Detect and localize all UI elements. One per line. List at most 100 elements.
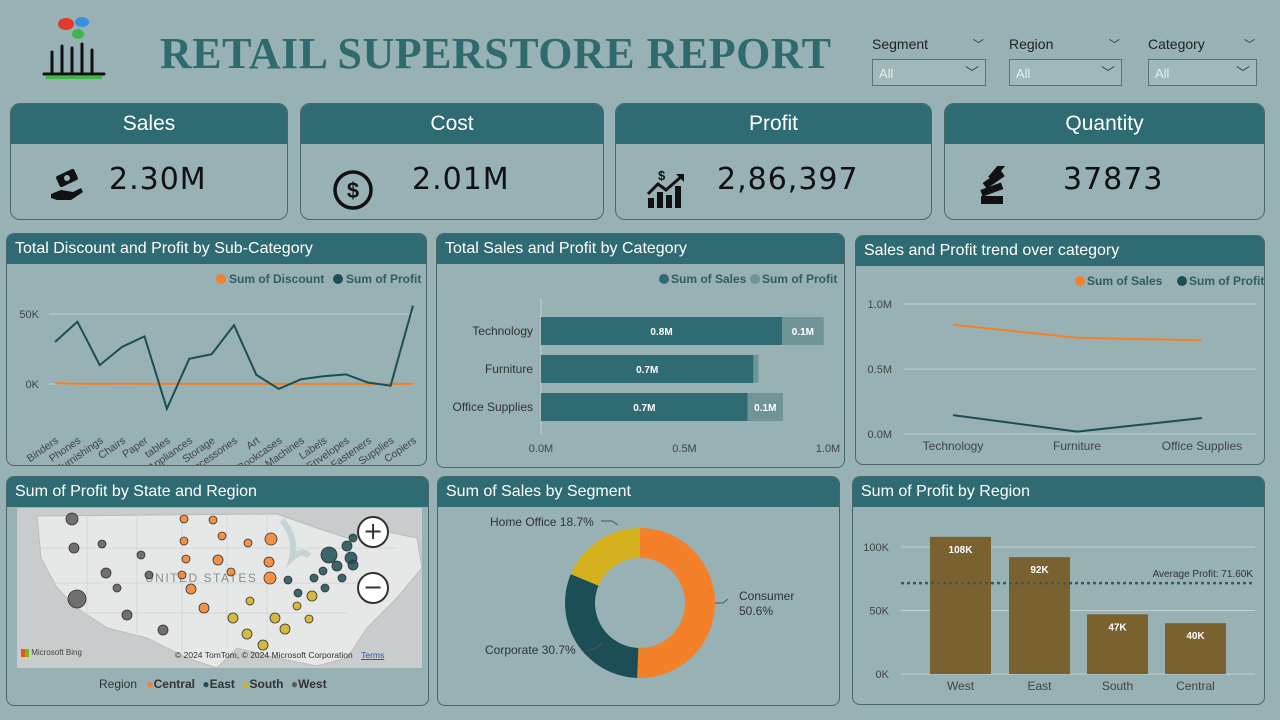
y-tick-label: 100K <box>863 542 889 554</box>
map-bubble <box>269 612 281 624</box>
page-title: RETAIL SUPERSTORE REPORT <box>160 29 832 78</box>
kpi-value: 2.30M <box>109 162 207 197</box>
map-bubble <box>293 588 303 598</box>
map-bubble <box>292 601 302 611</box>
chevron-down-icon: ﹀ <box>965 65 979 81</box>
slice-label: Home Office 18.7% <box>490 515 594 529</box>
map-bubble <box>331 560 343 572</box>
legend-label: Sum of Profit <box>1189 274 1264 288</box>
leader-line <box>715 598 729 604</box>
panel-trend: Sales and Profit trend over category Sum… <box>855 235 1265 465</box>
data-label: 92K <box>1030 565 1049 576</box>
panel-segment: Sum of Sales by Segment Consumer 50.6% Cor… <box>437 476 840 706</box>
zoom-out-button[interactable]: − <box>357 572 389 604</box>
slicer-label: Category <box>1148 36 1205 52</box>
panel-map: Sum of Profit by State and Region UNITED… <box>6 476 429 706</box>
map-bubble <box>263 556 275 568</box>
map-bubble <box>226 567 236 577</box>
slicer-segment[interactable]: Segment ﹀ All ﹀ <box>872 34 986 86</box>
panel-sales-profit-category: Total Sales and Profit by Category Sum o… <box>436 233 845 468</box>
x-tick-label: Furniture <box>1053 439 1101 453</box>
kpi-value: 37873 <box>1063 162 1164 197</box>
kpi-label: Profit <box>616 104 931 144</box>
map-bubble <box>341 540 353 552</box>
chevron-down-icon[interactable]: ﹀ <box>1244 36 1255 52</box>
map-canvas[interactable]: UNITED STATES + − Microsoft Bing © 2024 … <box>17 508 422 668</box>
legend-marker <box>333 274 343 284</box>
x-tick-label: Office Supplies <box>1162 439 1243 453</box>
bing-logo: Microsoft Bing <box>21 648 82 657</box>
slicer-value: All <box>1155 66 1170 81</box>
map-bubble <box>198 602 210 614</box>
chevron-down-icon[interactable]: ﹀ <box>1109 36 1120 52</box>
y-tick-label: 0K <box>26 379 40 391</box>
panel-title: Total Sales and Profit by Category <box>437 234 844 264</box>
x-tick-label: 0.0M <box>529 443 553 455</box>
slicer-region[interactable]: Region ﹀ All ﹀ <box>1009 34 1122 86</box>
panel-title: Sum of Sales by Segment <box>438 477 839 507</box>
legend-label: Sum of Sales <box>1087 274 1163 288</box>
map-bubble <box>263 571 277 585</box>
svg-text:$: $ <box>658 168 666 183</box>
legend-marker <box>1075 276 1085 286</box>
map-bubble <box>264 532 278 546</box>
map-bubble <box>112 583 122 593</box>
bing-icon <box>21 648 29 657</box>
bar <box>930 536 991 674</box>
kpi-quantity: Quantity 37873 <box>944 103 1265 220</box>
discount-profit-line-chart: Sum of Discount Sum of Profit50K0KBinders… <box>19 272 421 465</box>
map-country-label: UNITED STATES <box>145 571 257 585</box>
logo <box>38 16 110 80</box>
legend-item: ●West <box>290 677 327 691</box>
map-bubble <box>121 609 133 621</box>
map-bubble <box>245 596 255 606</box>
donut-slice-home-office <box>570 528 640 586</box>
map-bubble <box>100 567 112 579</box>
donut-slice-corporate <box>565 574 639 678</box>
legend-label: Sum of Sales <box>671 272 747 286</box>
slicer-label: Segment <box>872 36 929 52</box>
series-line-profit <box>952 414 1203 433</box>
slice-label: 50.6% <box>739 604 773 618</box>
map-bubble <box>181 554 191 564</box>
kpi-label: Sales <box>11 104 287 144</box>
slicer-category[interactable]: Category ﹀ All ﹀ <box>1148 34 1257 86</box>
panel-title: Sum of Profit by Region <box>853 477 1264 507</box>
panel-region: Sum of Profit by Region 100K 50K 0K 108K Wes… <box>852 476 1265 705</box>
map-bubble <box>212 554 224 566</box>
legend-marker <box>659 274 669 284</box>
terms-link[interactable]: Terms <box>361 650 384 660</box>
zoom-in-button[interactable]: + <box>357 516 389 548</box>
slicer-dropdown[interactable]: All ﹀ <box>872 59 986 86</box>
category-bar-chart: Sum of Sales Sum of Profit Technology 0.8M 0… <box>453 272 841 455</box>
map-bubble <box>320 546 338 564</box>
y-tick-label: 50K <box>19 309 39 321</box>
series-line-sales <box>952 323 1203 342</box>
slicer-value: All <box>879 66 894 81</box>
data-label: 0.7M <box>636 365 658 376</box>
average-label: Average Profit: 71.60K <box>1153 569 1254 580</box>
slice-label: Corporate 30.7% <box>485 643 576 657</box>
y-tick-label: 0.5M <box>868 364 892 376</box>
map-bubble <box>257 639 269 651</box>
kpi-profit: Profit $ 2,86,397 <box>615 103 932 220</box>
map-legend: Region ●Central ●East ●South ●West <box>99 677 327 691</box>
chevron-down-icon: ﹀ <box>1101 65 1115 81</box>
map-bubble <box>337 573 347 583</box>
y-tick-label: 1.0M <box>868 299 892 311</box>
y-tick-label: Furniture <box>485 362 533 376</box>
legend-item: ●Central <box>146 677 195 691</box>
data-label: 40K <box>1186 631 1205 642</box>
y-tick-label: 50K <box>869 606 889 618</box>
kpi-sales: Sales 2.30M <box>10 103 288 220</box>
trend-line-chart: Sum of Sales Sum of Profit 1.0M 0.5M 0.0M Tec… <box>868 274 1264 453</box>
map-bubble <box>179 536 189 546</box>
kpi-label: Cost <box>301 104 603 144</box>
panel-discount-profit: Total Discount and Profit by Sub-Categor… <box>6 233 427 466</box>
slicer-dropdown[interactable]: All ﹀ <box>1148 59 1257 86</box>
map-bubble <box>185 583 197 595</box>
chevron-down-icon[interactable]: ﹀ <box>973 36 984 52</box>
slicer-dropdown[interactable]: All ﹀ <box>1009 59 1122 86</box>
stack-icon <box>980 166 1006 204</box>
x-tick-label: East <box>1027 679 1052 693</box>
